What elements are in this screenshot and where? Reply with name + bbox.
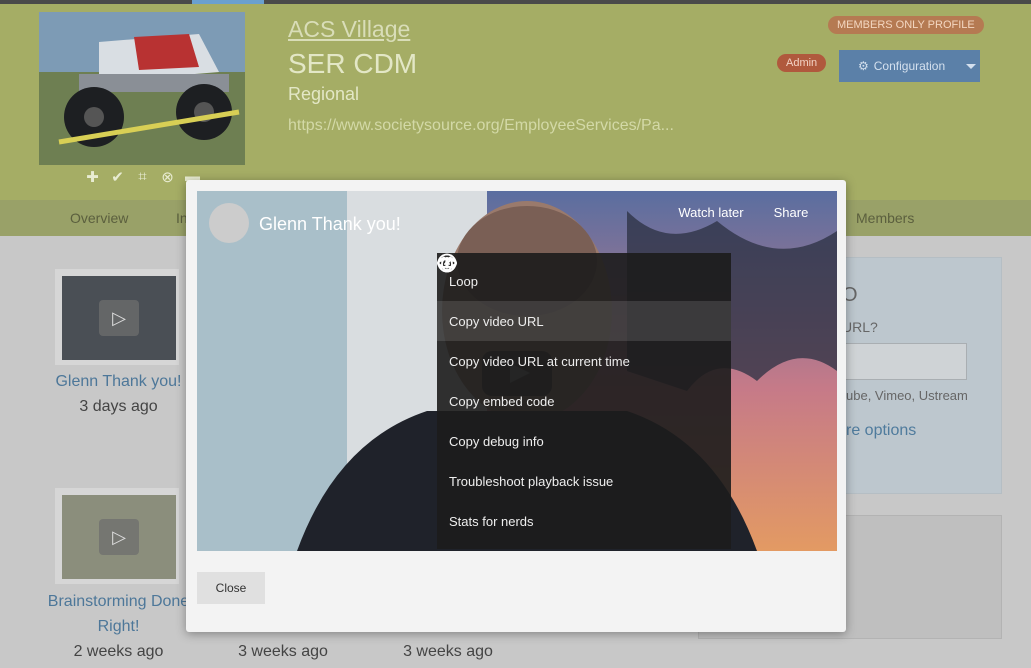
remove-icon[interactable]: ⊗ <box>159 168 176 186</box>
menu-item-stats-for-nerds[interactable]: Stats for nerds <box>437 253 731 541</box>
info-icon <box>437 253 457 273</box>
menu-item-label: Troubleshoot playback issue <box>449 473 614 489</box>
player-context-menu: Loop Copy video URL Copy video URL at cu… <box>437 253 731 549</box>
play-icon: ▷ <box>99 519 139 555</box>
menu-item-copy-video-url[interactable]: Copy video URL <box>437 258 731 341</box>
video-thumbnail[interactable]: ▷ <box>55 269 179 365</box>
share-button[interactable]: Share <box>751 205 831 220</box>
add-icon[interactable]: ✚ <box>84 168 101 186</box>
video-modal: Glenn Thank you! Watch later Share Loop <box>186 180 846 632</box>
menu-item-label: Loop <box>449 273 478 289</box>
video-time: 2 weeks ago <box>73 643 164 660</box>
menu-item-copy-embed-code[interactable]: Copy embed code <box>437 256 731 421</box>
video-time: 3 weeks ago <box>238 643 328 660</box>
caret-down-icon <box>966 63 977 69</box>
video-time: 3 days ago <box>79 398 158 415</box>
panel-hint: ube, Vimeo, Ustream <box>846 388 968 403</box>
tab-overview[interactable]: Overview <box>70 210 128 226</box>
panel-question: URL? <box>842 319 878 335</box>
menu-item-copy-debug-info[interactable]: Copy debug info <box>437 256 731 461</box>
members-only-badge: MEMBERS ONLY PROFILE <box>828 16 984 34</box>
monster-truck-image <box>39 12 245 165</box>
share-icon <box>751 205 837 231</box>
group-header: ✚ ✔ ⌗ ⊗ ▬ ACS Village SER CDM Regional h… <box>0 4 1031 200</box>
menu-item-label: Copy video URL <box>449 313 544 329</box>
configuration-label: Configuration <box>873 59 946 73</box>
crop-icon[interactable]: ⌗ <box>134 168 151 186</box>
youtube-player[interactable]: Glenn Thank you! Watch later Share Loop <box>197 191 837 551</box>
gear-icon: ⚙ <box>858 59 869 73</box>
video-title[interactable]: Glenn Thank you! <box>259 214 401 235</box>
menu-item-label: Copy embed code <box>449 393 555 409</box>
video-time: 3 weeks ago <box>403 643 493 660</box>
group-type: Regional <box>288 84 360 104</box>
menu-item-label: Copy debug info <box>449 433 544 449</box>
channel-avatar[interactable] <box>209 203 249 243</box>
menu-item-label: Copy video URL at current time <box>449 353 630 369</box>
video-title-line2[interactable]: Right! <box>30 618 207 636</box>
video-title[interactable]: Glenn Thank you! <box>40 373 197 391</box>
menu-item-troubleshoot[interactable]: Troubleshoot playback issue <box>437 253 731 501</box>
play-icon: ▷ <box>99 300 139 336</box>
menu-item-copy-video-url-time[interactable]: Copy video URL at current time <box>437 258 731 381</box>
video-title-line1[interactable]: Brainstorming Done <box>30 593 207 611</box>
close-button[interactable]: Close <box>197 572 265 604</box>
group-url[interactable]: https://www.societysource.org/EmployeeSe… <box>288 117 674 135</box>
configuration-button[interactable]: ⚙ Configuration <box>839 50 980 82</box>
menu-item-label: Stats for nerds <box>449 513 534 529</box>
video-thumbnail[interactable]: ▷ <box>55 488 179 584</box>
menu-item-loop[interactable]: Loop <box>437 256 731 301</box>
cover-tools: ✚ ✔ ⌗ ⊗ ▬ <box>84 168 201 186</box>
watch-later-button[interactable]: Watch later <box>671 205 751 220</box>
village-link[interactable]: ACS Village <box>288 16 410 43</box>
more-options-link[interactable]: re options <box>846 422 916 440</box>
check-icon[interactable]: ✔ <box>109 168 126 186</box>
cover-image <box>39 12 245 165</box>
admin-badge: Admin <box>777 54 827 72</box>
tab-members[interactable]: Members <box>856 210 914 226</box>
page-title: SER CDM <box>288 48 418 79</box>
